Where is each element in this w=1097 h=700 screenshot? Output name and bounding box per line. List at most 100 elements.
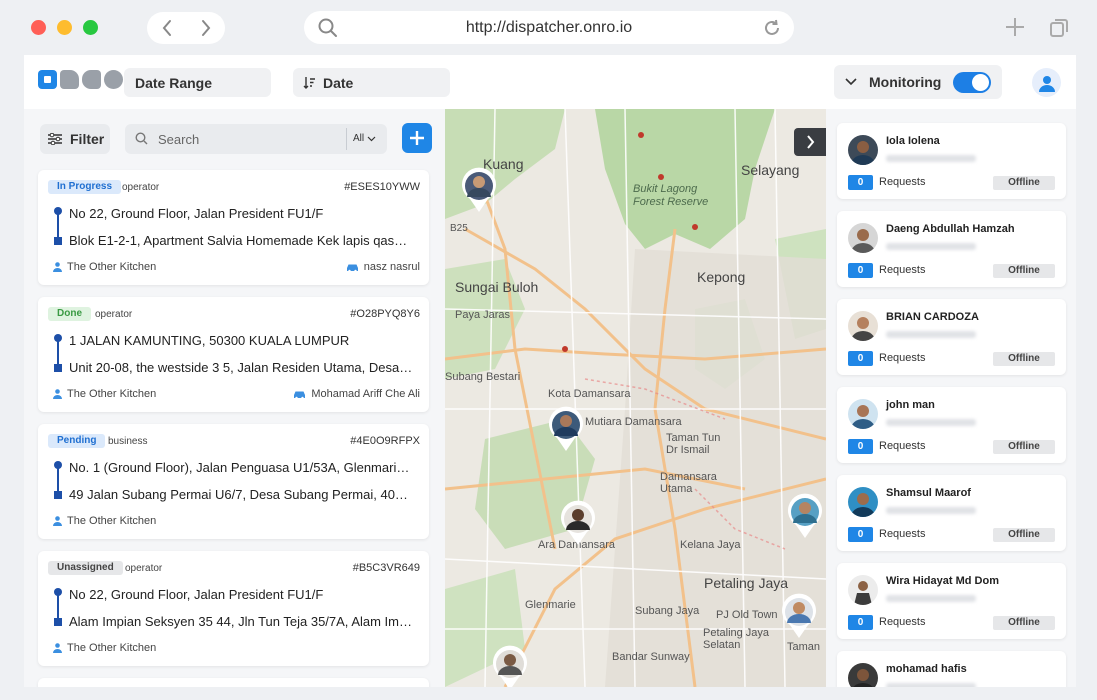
user-avatar[interactable] [1032,68,1061,97]
back-button[interactable] [147,12,186,44]
pickup-dot [54,334,62,342]
drivers-panel: Iola Iolena 0 Requests Offline Daeng Abd… [826,109,1076,687]
order-id: #B5C3VR649 [352,562,420,574]
driver-pin[interactable] [491,645,529,687]
dropoff-square [54,364,62,372]
customer-name: The Other Kitchen [67,261,157,273]
map-label: PJ Old Town [716,609,778,621]
requests-count: 0 [848,615,873,630]
tabs-overview-icon[interactable] [1049,18,1069,38]
close-window-button[interactable] [31,20,46,35]
order-id: #ESES10YWW [344,181,420,193]
driver-card[interactable]: Iola Iolena 0 Requests Offline [837,123,1066,199]
requests-label: Requests [879,176,926,188]
driver-card[interactable]: BRIAN CARDOZA 0 Requests Offline [837,299,1066,375]
requests-count: 0 [848,351,873,366]
requests-label: Requests [879,264,926,276]
driver-name: Shamsul Maarof [886,487,971,499]
person-icon [53,643,62,653]
order-card[interactable]: Done operator #O28PYQ8Y6 1 JALAN KAMUNTI… [38,297,429,412]
requests-label: Requests [879,440,926,452]
map-label: Bandar Sunway [612,651,690,663]
driver-avatar [848,223,878,253]
order-card[interactable]: In Progress operator #ESES10YWW No 22, G… [38,170,429,285]
forward-button[interactable] [186,12,225,44]
minimize-window-button[interactable] [57,20,72,35]
customer: The Other Kitchen [53,642,156,654]
order-card[interactable]: Pending business #4E0O9RFPX No. 1 (Groun… [38,424,429,539]
scope-dropdown[interactable]: All [353,133,376,144]
driver-pin[interactable] [547,406,585,452]
driver-name: BRIAN CARDOZA [886,311,979,323]
dropoff-address: 49 Jalan Subang Permai U6/7, Desa Subang… [69,487,414,502]
plus-icon [410,131,424,145]
collapse-panel-button[interactable] [794,128,826,156]
car-icon [294,391,306,399]
driver-card[interactable]: mohamad hafis [837,651,1066,687]
driver-card[interactable]: john man 0 Requests Offline [837,387,1066,463]
driver-pin[interactable] [780,593,818,639]
pickup-address: 1 JALAN KAMUNTING, 50300 KUALA LUMPUR [69,333,350,348]
customer-name: The Other Kitchen [67,388,157,400]
reload-icon[interactable] [763,19,781,37]
map-label: Selayang [741,162,800,178]
driver-avatar [848,575,878,605]
search-input[interactable]: Search [158,132,199,147]
add-order-button[interactable] [402,123,432,153]
pickup-dot [54,461,62,469]
person-icon [53,262,62,272]
pickup-address: No. 1 (Ground Floor), Jalan Penguasa U1/… [69,460,414,475]
search-icon [135,132,148,145]
monitoring-toggle[interactable] [953,72,991,93]
map-label: Kelana Jaya [680,539,741,551]
requests-count: 0 [848,175,873,190]
driver-name: Daeng Abdullah Hamzah [886,223,1015,235]
map-label: Bukit Lagong Forest Reserve [633,183,709,208]
status-badge: Done [48,307,91,321]
new-tab-icon[interactable] [1004,16,1026,38]
driver: Mohamad Ariff Che Ali [293,388,420,400]
order-type: operator [122,182,160,193]
driver-card[interactable]: Wira Hidayat Md Dom 0 Requests Offline [837,563,1066,639]
map-view[interactable]: Kuang Selayang Bukit Lagong Forest Reser… [445,109,826,687]
status-badge: Offline [993,264,1055,278]
map-label: Subang Bestari [445,371,521,383]
filter-button[interactable]: Filter [40,124,110,154]
driver-card[interactable]: Shamsul Maarof 0 Requests Offline [837,475,1066,551]
driver-pin[interactable] [786,493,824,539]
requests-count: 0 [848,263,873,278]
browser-chrome: http://dispatcher.onro.io [0,0,1097,56]
date-range-button[interactable]: Date Range [124,68,271,97]
top-bar: Date Range Date Monitoring [24,55,1076,109]
map-label: Paya Jaras [455,309,511,321]
monitoring-control[interactable]: Monitoring [834,65,1002,99]
driver-name: Mohamad Ariff Che Ali [311,388,420,400]
date-sort-button[interactable]: Date [293,68,450,97]
order-type: operator [95,309,133,320]
status-badge: Unassigned [48,561,123,575]
driver-avatar [848,135,878,165]
driver-pin[interactable] [559,500,597,546]
driver-card[interactable]: Daeng Abdullah Hamzah 0 Requests Offline [837,211,1066,287]
address-bar[interactable]: http://dispatcher.onro.io [304,11,794,44]
driver-phone-blurred [886,507,976,514]
pickup-address: No 22, Ground Floor, Jalan President FU1… [69,587,324,602]
maximize-window-button[interactable] [83,20,98,35]
dropoff-square [54,237,62,245]
driver-pin[interactable] [460,167,498,213]
order-card[interactable]: Unassigned operator #B5C3VR649 No 22, Gr… [38,551,429,666]
driver-avatar [848,311,878,341]
driver-phone-blurred [886,683,976,687]
status-badge: In Progress [48,180,122,194]
status-badge: Offline [993,528,1055,542]
dropoff-address: Unit 20-08, the westside 3 5, Jalan Resi… [69,360,414,375]
order-card[interactable] [38,678,429,687]
pickup-dot [54,207,62,215]
filter-icon [48,133,62,145]
driver-name: nasz nasrul [363,261,420,273]
status-badge: Pending [48,434,106,448]
customer-name: The Other Kitchen [67,642,157,654]
order-id: #O28PYQ8Y6 [350,308,420,320]
dropoff-square [54,491,62,499]
map-label: Mutiara Damansara [585,416,682,428]
